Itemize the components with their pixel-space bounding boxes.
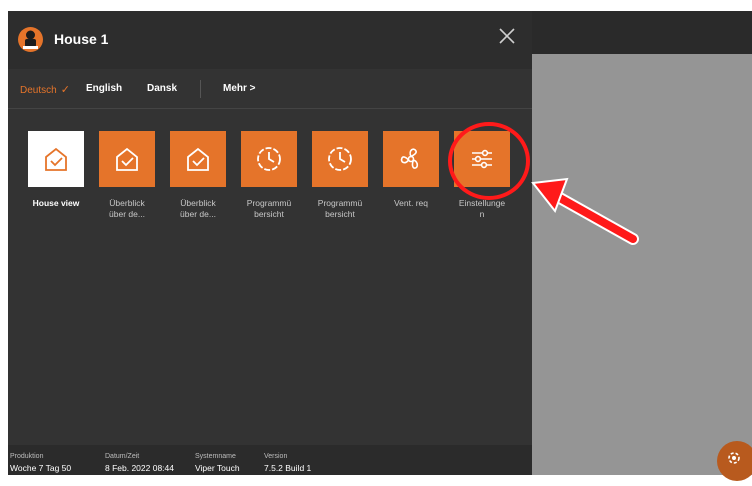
more-languages-link[interactable]: Mehr > bbox=[223, 83, 256, 94]
tile-label: Überblick bbox=[180, 198, 216, 208]
divider bbox=[200, 80, 201, 98]
tile-vent-req[interactable]: Vent. req bbox=[380, 131, 442, 209]
tile-label-2: bersicht bbox=[325, 209, 355, 219]
clock-icon bbox=[241, 131, 297, 187]
tile-label-2: n bbox=[479, 209, 485, 219]
language-label: Deutsch bbox=[20, 85, 57, 96]
clock-icon bbox=[312, 131, 368, 187]
panel-header: House 1 bbox=[8, 11, 532, 69]
footer-value: Woche 7 Tag 50 bbox=[10, 463, 72, 473]
footer-systemname: Systemname Viper Touch bbox=[195, 453, 240, 473]
house-check-icon bbox=[99, 131, 155, 187]
footer-label: Version bbox=[264, 453, 288, 460]
page-title: House 1 bbox=[54, 31, 109, 47]
language-deutsch[interactable]: Deutsch ✓ bbox=[20, 83, 70, 96]
footer-version: Version 7.5.2 Build 1 bbox=[264, 453, 311, 473]
tile-label: Einstellunge bbox=[458, 198, 506, 208]
avatar[interactable] bbox=[18, 27, 43, 52]
top-bar-right bbox=[532, 11, 752, 54]
tile-label: Vent. req bbox=[393, 198, 429, 208]
checkmark-icon: ✓ bbox=[60, 84, 70, 96]
footer-value: Viper Touch bbox=[195, 463, 240, 473]
background-content bbox=[532, 54, 752, 475]
tile-label: Überblick bbox=[109, 198, 145, 208]
tile-label: Programmü bbox=[246, 198, 292, 208]
tile-label: Programmü bbox=[317, 198, 363, 208]
house-check-icon bbox=[28, 131, 84, 187]
language-bar: Deutsch ✓ English Dansk Mehr > bbox=[8, 69, 532, 109]
tile-house-view[interactable]: House view bbox=[25, 131, 87, 209]
tile-ueberblick-2[interactable]: Überblick über de... bbox=[167, 131, 229, 220]
tile-label: House view bbox=[32, 198, 80, 208]
language-dansk[interactable]: Dansk bbox=[147, 83, 177, 94]
tile-label-2: bersicht bbox=[254, 209, 284, 219]
annotation-arrow bbox=[531, 177, 639, 245]
footer-label: Produktion bbox=[10, 453, 44, 460]
tile-ueberblick-1[interactable]: Überblick über de... bbox=[96, 131, 158, 220]
footer-label: Systemname bbox=[195, 453, 236, 460]
house-check-icon bbox=[170, 131, 226, 187]
annotation-circle bbox=[448, 122, 530, 200]
footer-label: Datum/Zeit bbox=[105, 453, 140, 460]
tile-label-2: über de... bbox=[109, 209, 145, 219]
footer-datum: Datum/Zeit 8 Feb. 2022 08:44 bbox=[105, 453, 174, 473]
tile-programmuebersicht-2[interactable]: Programmü bersicht bbox=[309, 131, 371, 220]
side-menu-panel: House 1 Deutsch ✓ English Dansk Mehr > H… bbox=[8, 11, 532, 475]
fan-icon bbox=[383, 131, 439, 187]
tile-programmuebersicht-1[interactable]: Programmü bersicht bbox=[238, 131, 300, 220]
footer-value: 7.5.2 Build 1 bbox=[264, 463, 312, 473]
status-footer: Produktion Woche 7 Tag 50 Datum/Zeit 8 F… bbox=[8, 445, 532, 475]
footer-value: 8 Feb. 2022 08:44 bbox=[105, 463, 175, 473]
language-english[interactable]: English bbox=[86, 83, 122, 94]
tile-label-2: über de... bbox=[180, 209, 216, 219]
app-window: House 1 Deutsch ✓ English Dansk Mehr > H… bbox=[8, 11, 752, 475]
close-icon[interactable] bbox=[496, 25, 518, 47]
footer-produktion: Produktion Woche 7 Tag 50 bbox=[10, 453, 71, 473]
gear-icon[interactable] bbox=[717, 441, 752, 481]
